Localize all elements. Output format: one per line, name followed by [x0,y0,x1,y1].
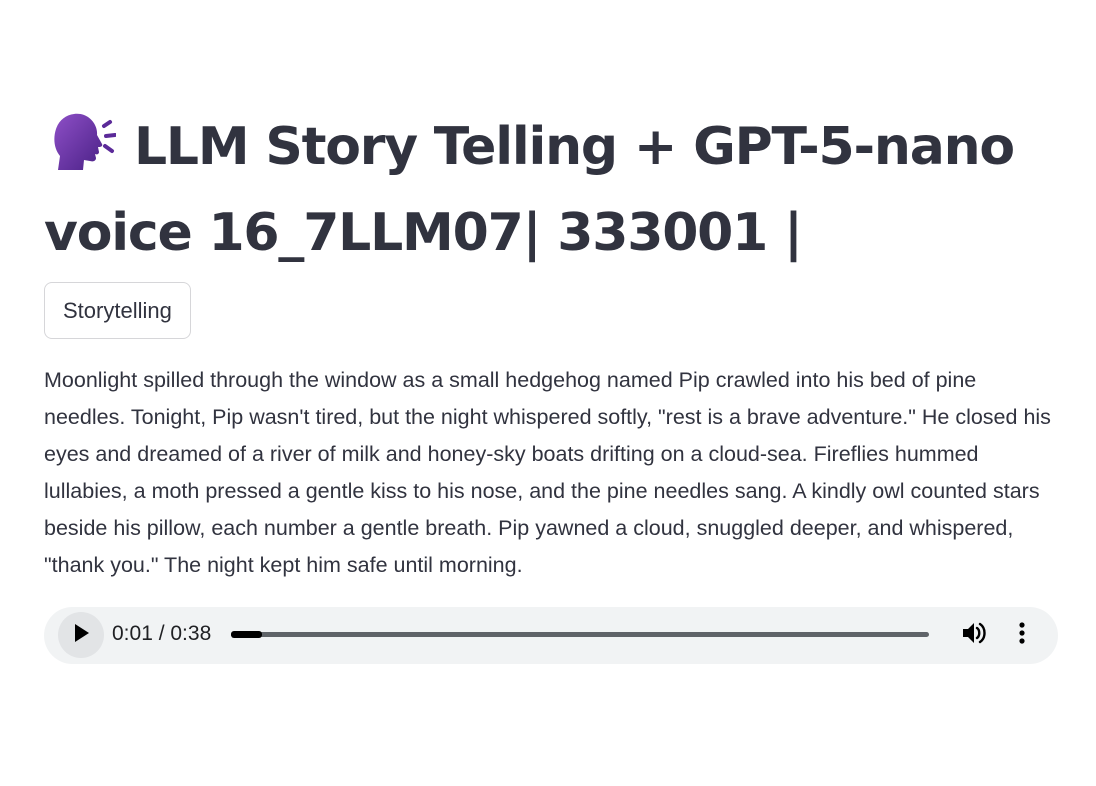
volume-icon [961,621,987,650]
time-display: 0:01 / 0:38 [112,622,212,645]
more-options-button[interactable] [1006,619,1038,651]
progress-slider[interactable] [231,631,929,638]
more-vertical-icon [1018,621,1026,649]
story-text: Moonlight spilled through the window as … [44,368,1051,577]
play-button[interactable] [58,612,104,658]
volume-button[interactable] [958,619,990,651]
progress-fill [231,631,263,638]
play-icon [72,623,90,648]
storytelling-button[interactable]: Storytelling [44,282,191,339]
speaking-head-icon [52,112,117,194]
audio-player: 0:01 / 0:38 [44,607,1058,664]
page-title-line1: LLM Story Telling + GPT-5-nano [134,117,1015,177]
storytelling-button-label: Storytelling [63,297,172,323]
page-title-line2: voice 16_7LLM07| 333001 | [44,203,803,263]
page-title: LLM Story Telling + GPT-5-nano voice 16_… [44,108,1058,272]
main-content: LLM Story Telling + GPT-5-nano voice 16_… [44,108,1058,664]
